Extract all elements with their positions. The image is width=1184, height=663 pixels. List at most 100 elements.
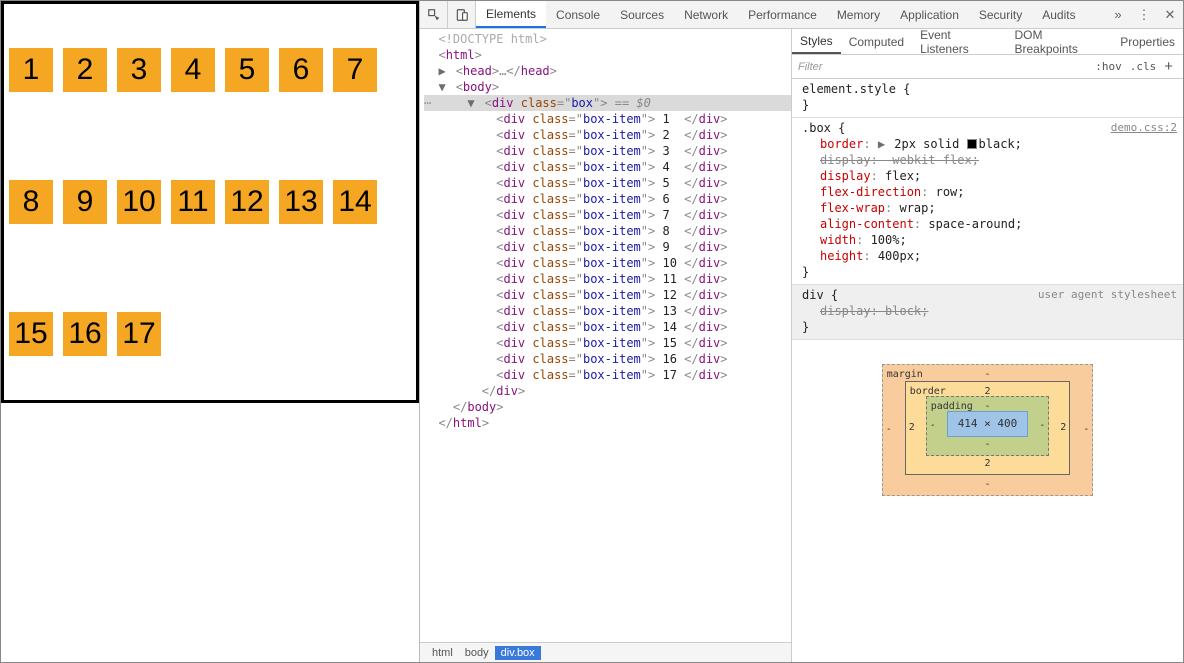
inspect-icon[interactable] — [420, 1, 448, 29]
dom-node[interactable]: <div class="box-item"> 4 </div> — [424, 159, 791, 175]
styles-rules[interactable]: element.style { } demo.css:2 .box { bord… — [792, 79, 1183, 662]
box-rule[interactable]: demo.css:2 .box { border: ▶ 2px solid bl… — [792, 118, 1183, 285]
dom-node[interactable]: <div class="box-item"> 5 </div> — [424, 175, 791, 191]
rule-close: } — [802, 97, 1177, 113]
hov-toggle[interactable]: :hov — [1091, 60, 1126, 73]
tab-performance[interactable]: Performance — [738, 1, 827, 28]
cls-toggle[interactable]: .cls — [1126, 60, 1161, 73]
styles-tab-computed[interactable]: Computed — [841, 29, 912, 54]
box-item[interactable]: 4 — [171, 48, 215, 92]
dom-node[interactable]: ▼ <body> — [424, 79, 791, 95]
devtools-tabs: ElementsConsoleSourcesNetworkPerformance… — [476, 1, 1105, 28]
close-icon[interactable]: ✕ — [1157, 7, 1183, 23]
dom-node[interactable]: <div class="box-item"> 1 </div> — [424, 111, 791, 127]
dom-node[interactable]: <div class="box-item"> 12 </div> — [424, 287, 791, 303]
box-item[interactable]: 11 — [171, 180, 215, 224]
styles-sidebar-tabs: StylesComputedEvent ListenersDOM Breakpo… — [792, 29, 1183, 55]
box-item[interactable]: 3 — [117, 48, 161, 92]
css-declaration[interactable]: height: 400px; — [802, 248, 1177, 264]
styles-filter-row: Filter :hov .cls + — [792, 55, 1183, 79]
crumb[interactable]: html — [426, 646, 459, 660]
tab-application[interactable]: Application — [890, 1, 969, 28]
css-declaration[interactable]: flex-wrap: wrap; — [802, 200, 1177, 216]
dom-node[interactable]: <div class="box-item"> 16 </div> — [424, 351, 791, 367]
box-item[interactable]: 1 — [9, 48, 53, 92]
css-declaration[interactable]: width: 100%; — [802, 232, 1177, 248]
css-declaration[interactable]: align-content: space-around; — [802, 216, 1177, 232]
tab-memory[interactable]: Memory — [827, 1, 890, 28]
css-declaration[interactable]: display: flex; — [802, 168, 1177, 184]
styles-tab-event-listeners[interactable]: Event Listeners — [912, 29, 1006, 54]
page-preview-pane: 1234567891011121314151617 — [1, 1, 419, 662]
dom-node[interactable]: <div class="box-item"> 15 </div> — [424, 335, 791, 351]
new-style-rule-button[interactable]: + — [1160, 58, 1177, 75]
dom-node[interactable]: <div class="box-item"> 3 </div> — [424, 143, 791, 159]
box-item[interactable]: 12 — [225, 180, 269, 224]
tab-security[interactable]: Security — [969, 1, 1032, 28]
tab-sources[interactable]: Sources — [610, 1, 674, 28]
app-root: 1234567891011121314151617 ElementsConsol… — [0, 0, 1184, 663]
box-item[interactable]: 7 — [333, 48, 377, 92]
dom-node[interactable]: <div class="box-item"> 2 </div> — [424, 127, 791, 143]
dom-node[interactable]: <div class="box-item"> 8 </div> — [424, 223, 791, 239]
css-declaration[interactable]: border: ▶ 2px solid black; — [802, 136, 1177, 152]
dom-node[interactable]: <div class="box-item"> 14 </div> — [424, 319, 791, 335]
menu-icon[interactable]: ⋮ — [1131, 7, 1157, 23]
box-model-padding[interactable]: padding - - - - 414 × 400 — [926, 396, 1050, 456]
dom-node[interactable]: <html> — [424, 47, 791, 63]
dom-node[interactable]: </div> — [424, 383, 791, 399]
border-right: 2 — [1060, 420, 1066, 436]
flex-box[interactable]: 1234567891011121314151617 — [2, 2, 418, 402]
box-item[interactable]: 15 — [9, 312, 53, 356]
styles-tab-styles[interactable]: Styles — [792, 29, 841, 54]
crumb[interactable]: div.box — [495, 646, 541, 660]
margin-left: - — [886, 422, 892, 438]
dom-node[interactable]: </html> — [424, 415, 791, 431]
box-item[interactable]: 6 — [279, 48, 323, 92]
styles-tab-dom-breakpoints[interactable]: DOM Breakpoints — [1007, 29, 1113, 54]
page-preview-inner: 1234567891011121314151617 — [1, 1, 419, 403]
box-item[interactable]: 2 — [63, 48, 107, 92]
css-declaration[interactable]: flex-direction: row; — [802, 184, 1177, 200]
tab-elements[interactable]: Elements — [476, 1, 546, 28]
dom-node[interactable]: <div class="box-item"> 13 </div> — [424, 303, 791, 319]
rule-origin-link[interactable]: demo.css:2 — [1111, 120, 1177, 136]
box-item[interactable]: 13 — [279, 180, 323, 224]
css-declaration[interactable]: display: -webkit-flex; — [802, 152, 1177, 168]
device-toggle-icon[interactable] — [448, 1, 476, 29]
dom-node[interactable]: </body> — [424, 399, 791, 415]
box-item[interactable]: 5 — [225, 48, 269, 92]
dom-node[interactable]: ▶ <head>…</head> — [424, 63, 791, 79]
dom-node[interactable]: <div class="box-item"> 10 </div> — [424, 255, 791, 271]
dom-tree[interactable]: <!DOCTYPE html> <html> ▶ <head>…</head> … — [420, 29, 791, 642]
box-item[interactable]: 17 — [117, 312, 161, 356]
dom-node[interactable]: <div class="box-item"> 9 </div> — [424, 239, 791, 255]
margin-bottom: - — [984, 477, 990, 493]
dom-node[interactable]: <div class="box-item"> 6 </div> — [424, 191, 791, 207]
styles-tab-properties[interactable]: Properties — [1112, 29, 1183, 54]
element-style-rule[interactable]: element.style { } — [792, 79, 1183, 118]
dom-node[interactable]: <div class="box-item"> 7 </div> — [424, 207, 791, 223]
tab-network[interactable]: Network — [674, 1, 738, 28]
tab-audits[interactable]: Audits — [1032, 1, 1085, 28]
dom-node[interactable]: <div class="box-item"> 11 </div> — [424, 271, 791, 287]
styles-filter-input[interactable]: Filter — [798, 61, 1091, 73]
box-item[interactable]: 9 — [63, 180, 107, 224]
box-item[interactable]: 14 — [333, 180, 377, 224]
box-model-border[interactable]: border 2 2 2 2 padding - - - — [905, 381, 1071, 475]
dom-node[interactable]: ⋯ ▼ <div class="box"> == $0 — [424, 95, 791, 111]
css-declaration[interactable]: display: block; — [802, 303, 1177, 319]
dom-node[interactable]: <div class="box-item"> 17 </div> — [424, 367, 791, 383]
border-left: 2 — [909, 420, 915, 436]
box-model-margin[interactable]: margin - - - - border 2 2 2 2 — [882, 364, 1094, 496]
tab-console[interactable]: Console — [546, 1, 610, 28]
dom-node[interactable]: <!DOCTYPE html> — [424, 31, 791, 47]
box-item[interactable]: 16 — [63, 312, 107, 356]
crumb[interactable]: body — [459, 646, 495, 660]
box-item[interactable]: 10 — [117, 180, 161, 224]
more-tabs-icon[interactable]: » — [1105, 7, 1131, 22]
ua-div-rule[interactable]: user agent stylesheet div { display: blo… — [792, 285, 1183, 340]
padding-label: padding — [931, 399, 973, 415]
devtools-main-split: <!DOCTYPE html> <html> ▶ <head>…</head> … — [420, 29, 1183, 662]
box-item[interactable]: 8 — [9, 180, 53, 224]
